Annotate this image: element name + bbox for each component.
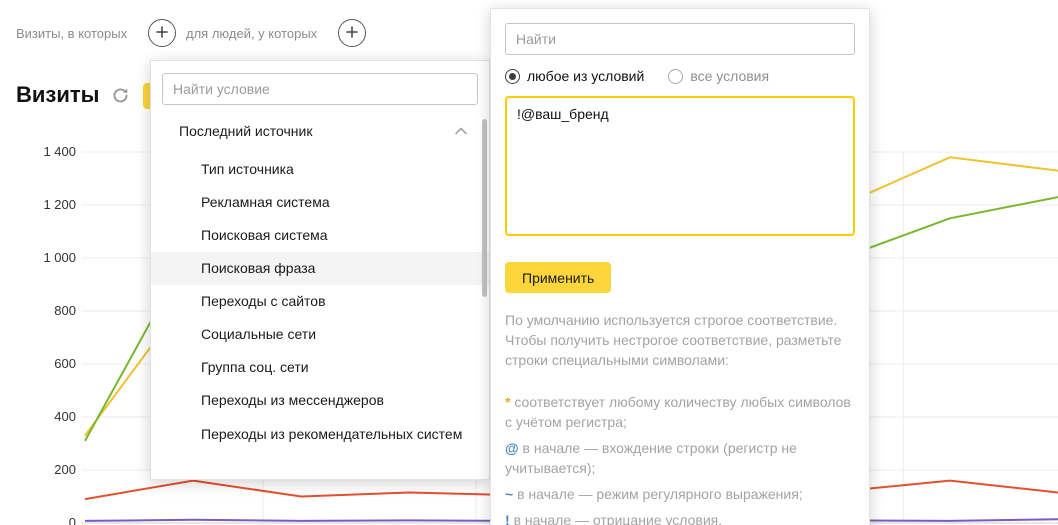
condition-item-ad-system[interactable]: Рекламная система: [151, 186, 489, 219]
condition-item-social-networks[interactable]: Социальные сети: [151, 318, 489, 351]
condition-item-site-referrals[interactable]: Переходы с сайтов: [151, 285, 489, 318]
rule-tilde: ~ в начале — режим регулярного выражения…: [505, 484, 855, 504]
match-mode-radios: любое из условий все условия: [505, 68, 855, 84]
page-title: Визиты: [16, 82, 99, 108]
plus-icon: [156, 26, 168, 41]
chevron-up-icon: [455, 122, 467, 140]
y-axis-label: 1 400: [0, 143, 76, 161]
conditions-textarea[interactable]: !@ваш_бренд: [505, 96, 855, 236]
plus-icon: [346, 26, 358, 41]
scrollbar-thumb[interactable]: [482, 119, 487, 297]
condition-search-input[interactable]: [162, 73, 478, 105]
rule-text: в начале — отрицание условия.: [514, 512, 723, 525]
rule-at-sign: @ в начале — вхождение строки (регистр н…: [505, 438, 855, 478]
y-axis-label: 400: [0, 408, 76, 426]
radio-all-conditions[interactable]: все условия: [668, 68, 769, 84]
condition-item-search-engine[interactable]: Поисковая система: [151, 219, 489, 252]
y-axis-label: 200: [0, 461, 76, 479]
y-axis-label: 600: [0, 355, 76, 373]
radio-icon: [668, 69, 683, 84]
condition-item-source-type[interactable]: Тип источника: [151, 153, 489, 186]
condition-item-recommendation-systems[interactable]: Переходы из рекомендательных систем: [151, 417, 489, 451]
add-visit-condition-button[interactable]: [148, 19, 176, 47]
rule-exclamation: ! в начале — отрицание условия.: [505, 510, 855, 525]
rule-text: соответствует любому количеству любых си…: [505, 394, 851, 430]
exclamation-symbol: !: [505, 512, 510, 525]
condition-list: Тип источника Рекламная система Поискова…: [151, 153, 489, 451]
y-axis-label: 0: [0, 514, 76, 525]
condition-item-social-group[interactable]: Группа соц. сети: [151, 351, 489, 384]
y-axis-label: 800: [0, 302, 76, 320]
syntax-rules: * соответствует любому количеству любых …: [505, 392, 855, 525]
radio-any-condition[interactable]: любое из условий: [505, 68, 644, 84]
group-label: Последний источник: [179, 123, 312, 139]
rule-text: в начале — режим регулярного выражения;: [517, 486, 803, 502]
refresh-icon[interactable]: [112, 87, 129, 109]
condition-value-popup: любое из условий все условия !@ваш_бренд…: [490, 8, 870, 525]
group-last-source[interactable]: Последний источник: [151, 113, 489, 149]
tilde-symbol: ~: [505, 486, 513, 502]
at-symbol: @: [505, 440, 519, 456]
yandex-metrica-app: 1 400 1 200 1 000 800 600 400 200 0 Визи…: [0, 0, 1058, 525]
asterisk-symbol: *: [505, 394, 510, 410]
radio-label: все условия: [690, 68, 769, 84]
help-intro-text: По умолчанию используется строгое соотве…: [505, 310, 855, 370]
condition-item-search-phrase[interactable]: Поисковая фраза: [151, 252, 489, 285]
condition-item-messengers[interactable]: Переходы из мессенджеров: [151, 384, 489, 417]
rule-asterisk: * соответствует любому количеству любых …: [505, 392, 855, 432]
value-search-input[interactable]: [505, 23, 855, 55]
visits-condition-label: Визиты, в которых: [16, 26, 127, 41]
condition-picker-popup: Последний источник Тип источника Рекламн…: [150, 60, 490, 480]
radio-label: любое из условий: [527, 68, 644, 84]
apply-button[interactable]: Применить: [505, 262, 611, 293]
y-axis-label: 1 000: [0, 249, 76, 267]
y-axis-label: 1 200: [0, 196, 76, 214]
rule-text: в начале — вхождение строки (регистр не …: [505, 440, 797, 476]
radio-icon: [505, 69, 520, 84]
add-people-condition-button[interactable]: [338, 19, 366, 47]
people-condition-label: для людей, у которых: [186, 26, 317, 41]
